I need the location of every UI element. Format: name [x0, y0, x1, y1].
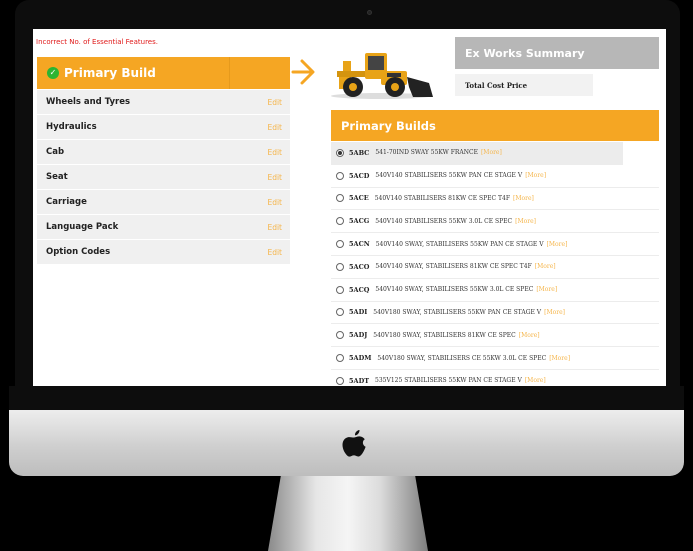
- menu-item-label: Hydraulics: [46, 122, 97, 132]
- build-description: 540V180 SWAY, STABILISERS 81KW CE SPEC: [373, 331, 516, 339]
- build-row-5ace[interactable]: 5ACE 540V140 STABILISERS 81KW CE SPEC T4F…: [331, 188, 659, 211]
- build-description: 540V140 SWAY, STABILISERS 81KW CE SPEC T…: [375, 263, 532, 271]
- more-link[interactable]: [More]: [536, 286, 557, 293]
- menu-item-carriage[interactable]: Carriage Edit: [37, 190, 290, 215]
- build-code: 5ACG: [349, 217, 370, 226]
- primary-build-title: Primary Build: [64, 66, 156, 80]
- total-cost-label: Total Cost Price: [465, 80, 528, 90]
- build-description: 540V180 SWAY, STABILISERS CE 55KW 3.0L C…: [377, 354, 547, 362]
- build-row-5adt[interactable]: 5ADT 535V125 STABILISERS 55KW PAN CE STAG…: [331, 370, 659, 386]
- menu-item-label: Cab: [46, 147, 65, 157]
- ex-works-summary: Ex Works Summary Total Cost Price: [455, 37, 659, 99]
- build-code: 5ADI: [349, 308, 368, 317]
- more-link[interactable]: [More]: [525, 172, 546, 179]
- wheel-loader-image: [331, 53, 433, 99]
- build-row-5aco[interactable]: 5ACO 540V140 SWAY, STABILISERS 81KW CE SP…: [331, 256, 659, 279]
- radio-selected-icon[interactable]: [336, 148, 344, 157]
- apple-logo-icon: [342, 430, 366, 457]
- edit-link[interactable]: Edit: [267, 148, 282, 157]
- build-description: 540V140 STABILISERS 55KW 3.0L CE SPEC: [375, 217, 513, 225]
- error-message: Incorrect No. of Essential Features.: [36, 38, 158, 46]
- build-code: 5ADJ: [349, 331, 368, 340]
- menu-item-cab[interactable]: Cab Edit: [37, 140, 290, 165]
- build-row-5acq[interactable]: 5ACQ 540V140 SWAY, STABILISERS 55KW 3.0L …: [331, 279, 659, 302]
- header-divider: [229, 57, 230, 89]
- summary-title: Ex Works Summary: [455, 37, 659, 69]
- radio-icon[interactable]: [336, 331, 344, 340]
- more-link[interactable]: [More]: [549, 355, 570, 362]
- more-link[interactable]: [More]: [544, 309, 565, 316]
- more-link[interactable]: [More]: [515, 218, 536, 225]
- build-description: 540V140 STABILISERS 55KW PAN CE STAGE V: [375, 172, 523, 180]
- build-code: 5ACQ: [349, 285, 370, 294]
- primary-build-header[interactable]: ✓ Primary Build: [37, 57, 290, 89]
- radio-icon[interactable]: [336, 262, 344, 271]
- build-row-5abc[interactable]: 5ABC 541-70IND SWAY 55KW FRANCE [More]: [331, 142, 623, 165]
- menu-item-language-pack[interactable]: Language Pack Edit: [37, 215, 290, 240]
- build-code: 5ADT: [349, 376, 370, 385]
- build-code: 5ABC: [349, 148, 370, 157]
- menu-item-label: Language Pack: [46, 222, 119, 232]
- radio-icon[interactable]: [336, 285, 344, 294]
- menu-item-label: Carriage: [46, 197, 87, 207]
- edit-link[interactable]: Edit: [267, 173, 282, 182]
- edit-link[interactable]: Edit: [267, 198, 282, 207]
- monitor-stand: [268, 476, 428, 551]
- build-code: 5ADM: [349, 354, 372, 363]
- more-link[interactable]: [More]: [535, 263, 556, 270]
- edit-link[interactable]: Edit: [267, 248, 282, 257]
- build-description: 541-70IND SWAY 55KW FRANCE: [375, 149, 478, 157]
- build-row-5acd[interactable]: 5ACD 540V140 STABILISERS 55KW PAN CE STAG…: [331, 165, 659, 188]
- radio-icon[interactable]: [336, 354, 344, 363]
- build-row-5acn[interactable]: 5ACN 540V140 SWAY, STABILISERS 55KW PAN C…: [331, 233, 659, 256]
- build-row-5adj[interactable]: 5ADJ 540V180 SWAY, STABILISERS 81KW CE SP…: [331, 324, 659, 348]
- check-icon: ✓: [47, 67, 59, 79]
- menu-item-label: Option Codes: [46, 247, 111, 257]
- build-code: 5ACN: [349, 240, 370, 249]
- radio-icon[interactable]: [336, 308, 344, 317]
- menu-item-hydraulics[interactable]: Hydraulics Edit: [37, 115, 290, 140]
- build-options-menu: Wheels and Tyres Edit Hydraulics Edit Ca…: [37, 90, 290, 265]
- radio-icon[interactable]: [336, 217, 344, 226]
- radio-icon[interactable]: [336, 240, 344, 249]
- more-link[interactable]: [More]: [525, 377, 546, 384]
- build-code: 5ACD: [349, 171, 370, 180]
- menu-item-wheels-and-tyres[interactable]: Wheels and Tyres Edit: [37, 90, 290, 115]
- build-description: 540V180 SWAY, STABILISERS 55KW PAN CE ST…: [373, 308, 542, 316]
- radio-icon[interactable]: [336, 194, 344, 203]
- build-code: 5ACO: [349, 262, 370, 271]
- radio-dot-icon: [338, 150, 342, 155]
- edit-link[interactable]: Edit: [267, 223, 282, 232]
- build-row-5adi[interactable]: 5ADI 540V180 SWAY, STABILISERS 55KW PAN C…: [331, 302, 659, 325]
- edit-link[interactable]: Edit: [267, 123, 282, 132]
- build-description: 535V125 STABILISERS 55KW PAN CE STAGE V: [375, 377, 522, 385]
- menu-item-label: Seat: [46, 172, 68, 182]
- more-link[interactable]: [More]: [481, 149, 502, 156]
- radio-icon[interactable]: [336, 171, 344, 180]
- build-row-5acg[interactable]: 5ACG 540V140 STABILISERS 55KW 3.0L CE SPE…: [331, 210, 659, 234]
- radio-icon[interactable]: [336, 376, 344, 385]
- screen: Incorrect No. of Essential Features. ✓ P…: [33, 29, 666, 386]
- primary-builds-title: Primary Builds: [331, 110, 659, 141]
- total-cost-value: [593, 74, 659, 96]
- more-link[interactable]: [More]: [547, 241, 568, 248]
- build-code: 5ACE: [349, 194, 369, 203]
- build-row-5adm[interactable]: 5ADM 540V180 SWAY, STABILISERS CE 55KW 3.…: [331, 347, 659, 370]
- menu-item-option-codes[interactable]: Option Codes Edit: [37, 240, 290, 265]
- menu-item-label: Wheels and Tyres: [46, 97, 131, 107]
- build-description: 540V140 SWAY, STABILISERS 55KW PAN CE ST…: [375, 240, 544, 248]
- more-link[interactable]: [More]: [519, 332, 540, 339]
- camera-icon: [367, 10, 372, 15]
- primary-builds-list: 5ABC 541-70IND SWAY 55KW FRANCE [More] 5ACD…: [331, 142, 659, 386]
- build-description: 540V140 STABILISERS 81KW CE SPEC T4F: [374, 194, 510, 202]
- edit-link[interactable]: Edit: [267, 98, 282, 107]
- arrow-right-icon: [291, 59, 315, 85]
- menu-item-seat[interactable]: Seat Edit: [37, 165, 290, 190]
- more-link[interactable]: [More]: [513, 195, 534, 202]
- total-cost-row: Total Cost Price: [455, 74, 659, 96]
- build-description: 540V140 SWAY, STABILISERS 55KW 3.0L CE S…: [375, 286, 534, 294]
